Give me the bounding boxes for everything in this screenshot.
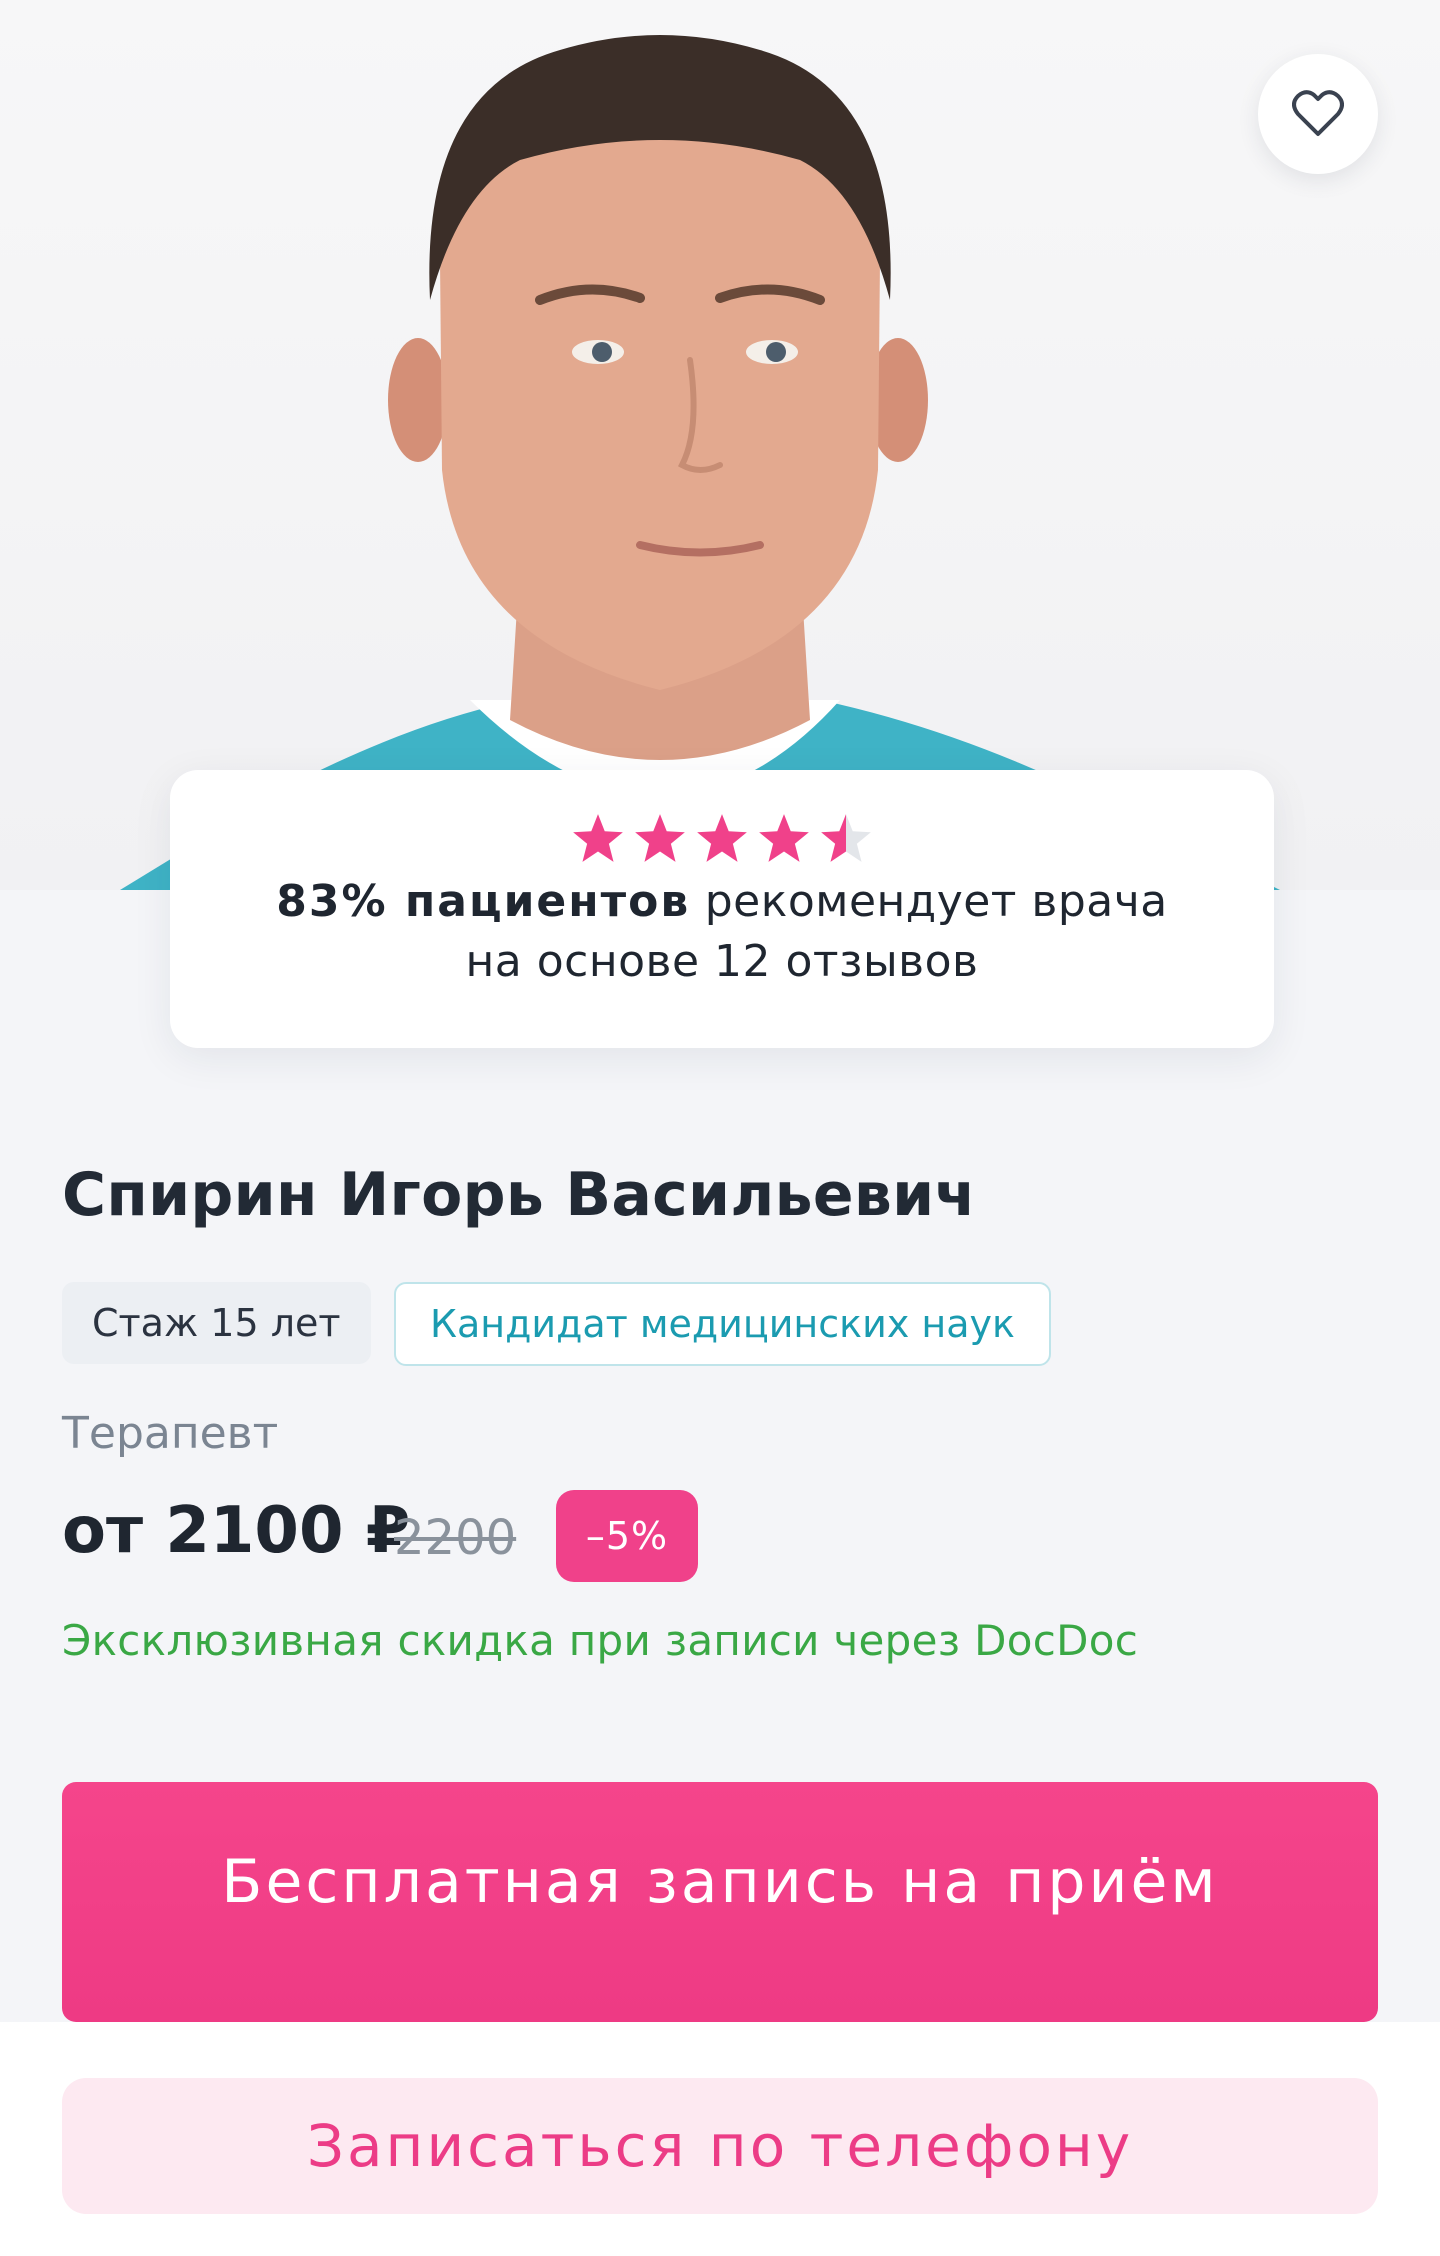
doctor-photo-area (0, 0, 1440, 890)
recommendation-percent: 83% пациентов (276, 876, 691, 927)
reviews-count: на основе 12 отзывов (465, 936, 979, 987)
rating-stars (170, 810, 1274, 866)
doctor-name: Спирин Игорь Васильевич (62, 1160, 976, 1230)
promo-text: Эксклюзивная скидка при записи через Doc… (62, 1616, 1139, 1665)
doctor-specialty: Терапевт (62, 1408, 279, 1459)
heart-icon (1292, 90, 1344, 136)
rating-card: 83% пациентов рекомендует врача на основ… (170, 770, 1274, 1048)
recommendation-suffix: рекомендует врача (690, 876, 1168, 927)
doctor-photo (120, 35, 1280, 890)
phone-booking-button[interactable]: Записаться по телефону (62, 2078, 1378, 2214)
favorite-button[interactable] (1258, 54, 1378, 174)
book-appointment-button[interactable]: Бесплатная запись на приём (62, 1782, 1378, 2022)
old-price: 2200 (394, 1510, 517, 1566)
discount-badge: –5% (556, 1490, 698, 1582)
star-icon (759, 814, 809, 862)
current-price: от 2100 ₽ (62, 1494, 411, 1568)
star-icon (635, 814, 685, 862)
star-icon (697, 814, 747, 862)
experience-tag: Стаж 15 лет (62, 1282, 371, 1364)
star-icon (573, 814, 623, 862)
recommendation-text: 83% пациентов рекомендует врача (170, 876, 1274, 927)
degree-tag: Кандидат медицинских наук (394, 1282, 1051, 1366)
star-icon (821, 814, 871, 862)
